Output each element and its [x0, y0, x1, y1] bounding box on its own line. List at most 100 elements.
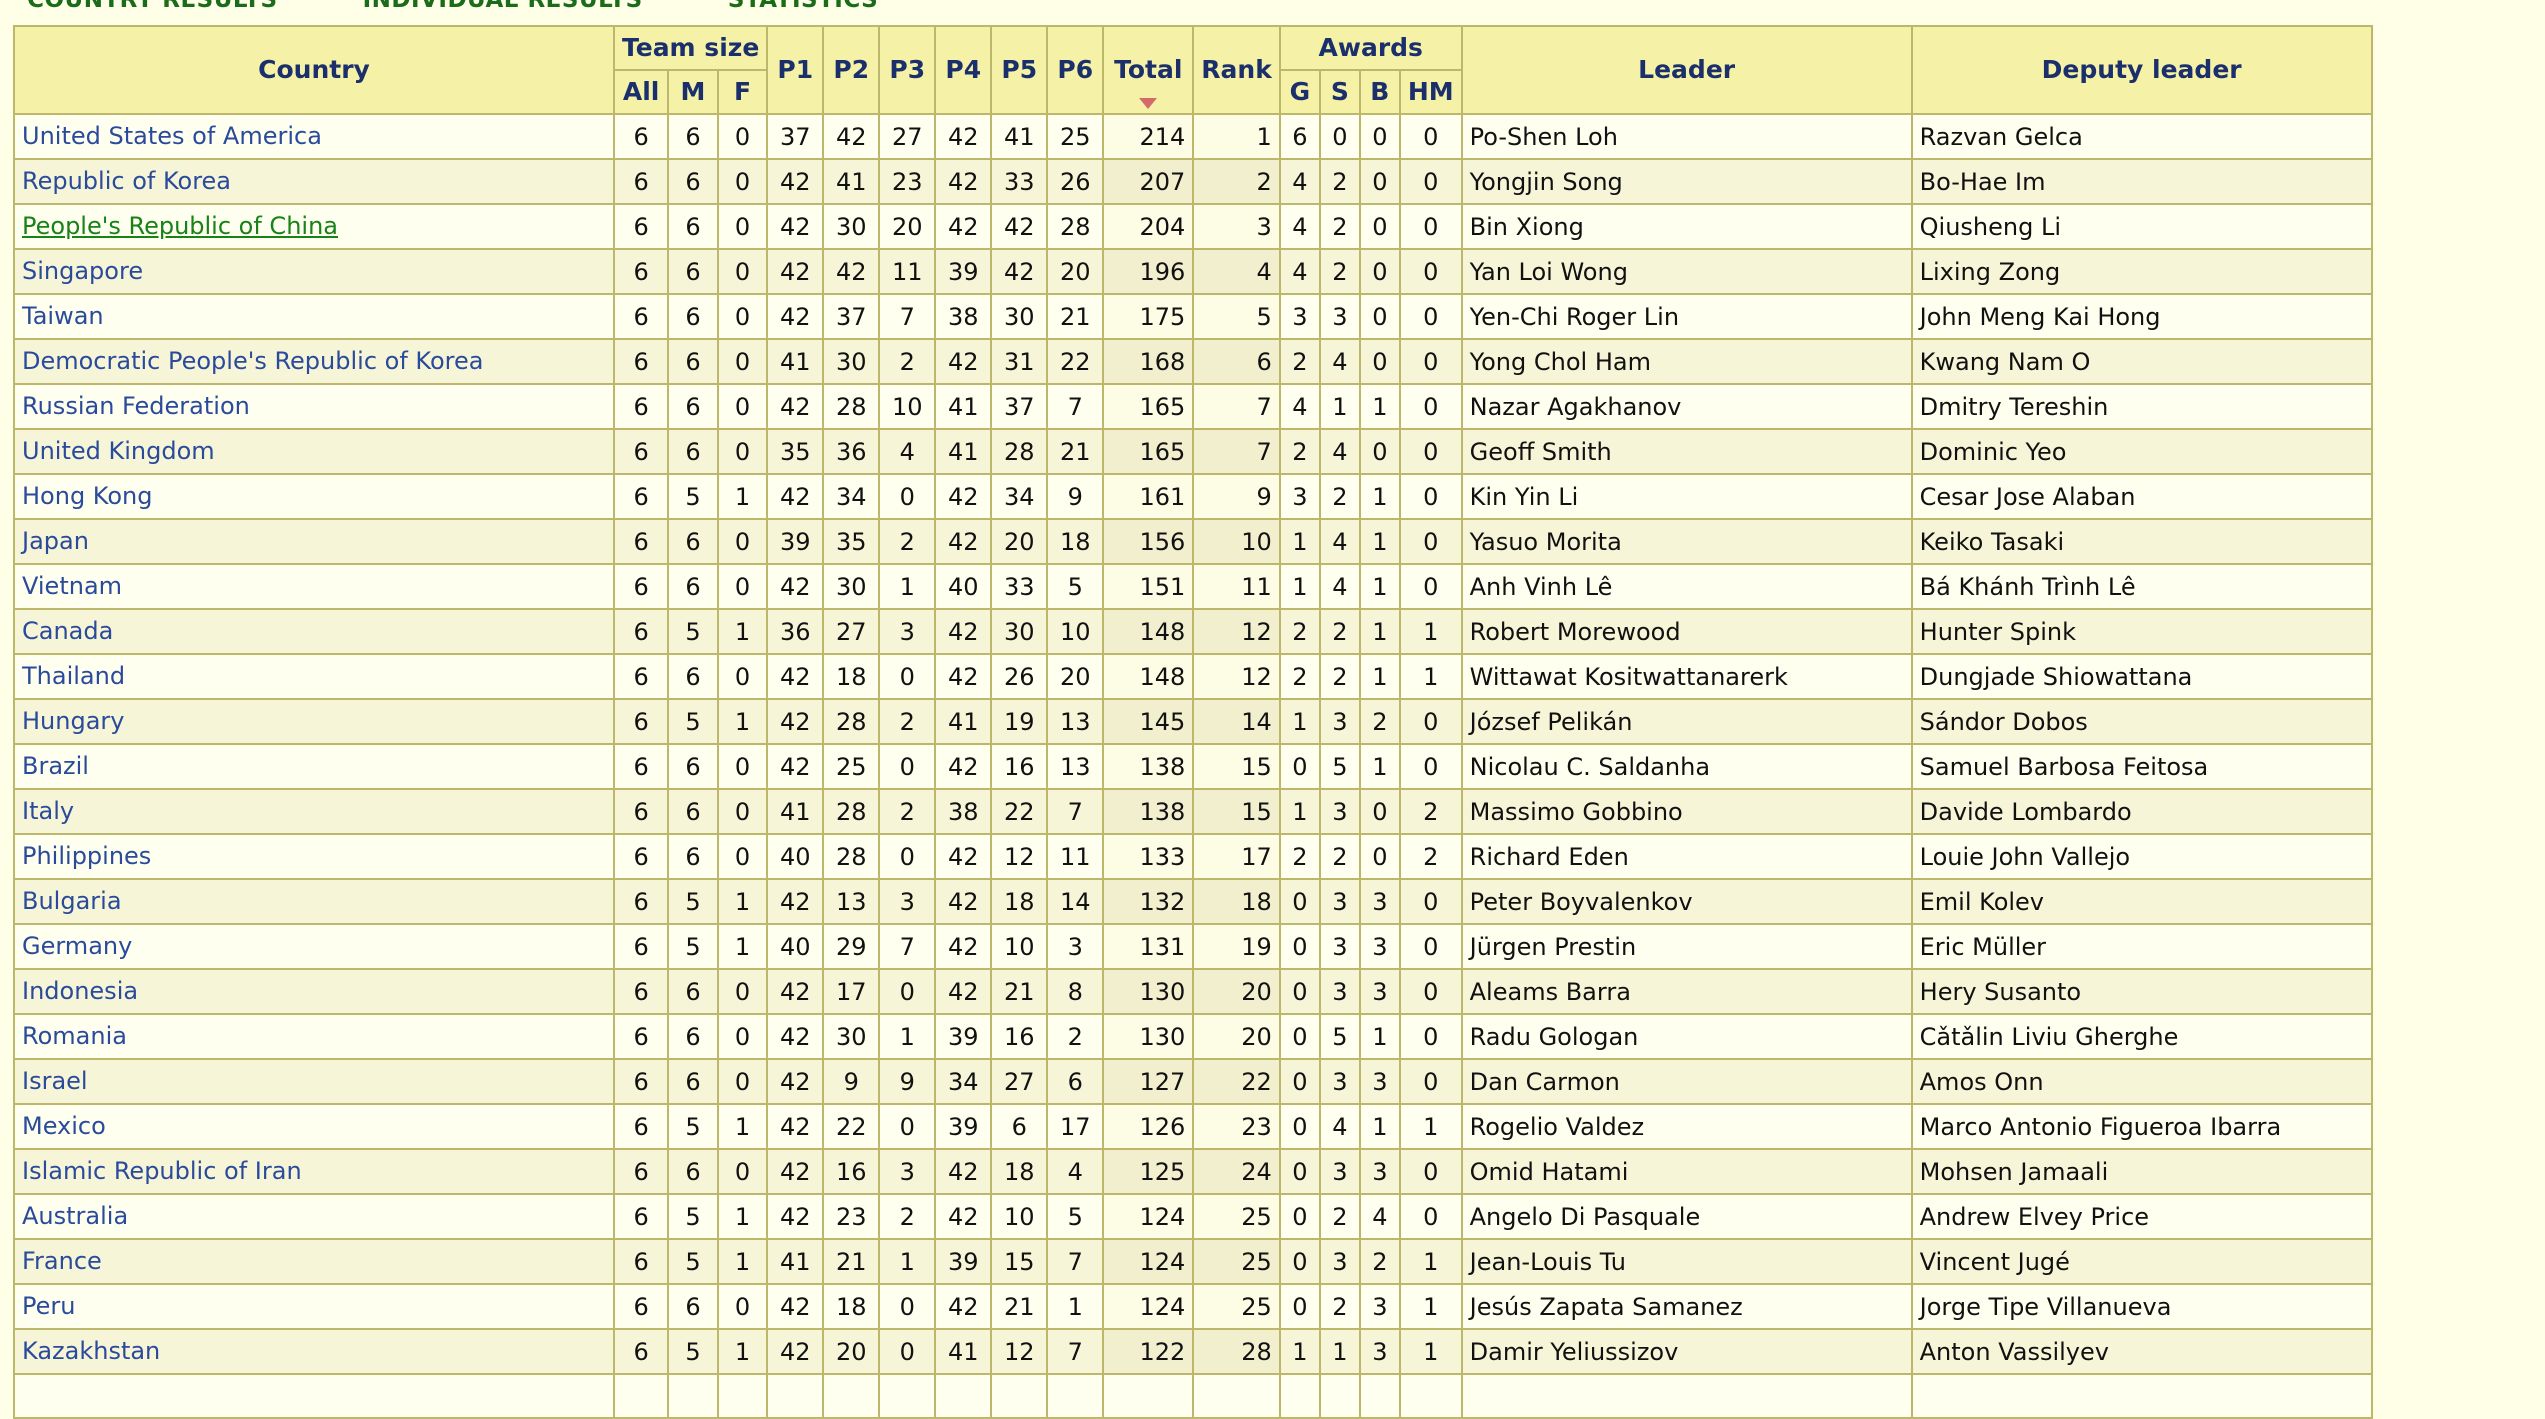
cell-rank: 7 [1192, 428, 1281, 475]
country-link[interactable]: Kazakhstan [22, 1337, 160, 1365]
header-award-gold[interactable]: G [1278, 69, 1321, 115]
country-link[interactable]: Brazil [22, 752, 89, 780]
cell-country: Taiwan [13, 293, 615, 340]
country-link[interactable]: Bulgaria [22, 887, 122, 915]
country-link[interactable]: Hungary [22, 707, 124, 735]
country-link[interactable]: Thailand [22, 662, 125, 690]
country-link[interactable]: Australia [22, 1202, 128, 1230]
cell-award-b: 1 [1358, 473, 1401, 520]
cell-leader: Yongjin Song [1460, 158, 1913, 205]
cell-leader: Jesús Zapata Samanez [1460, 1283, 1913, 1330]
header-awards[interactable]: Awards [1278, 25, 1463, 71]
country-link[interactable]: Philippines [22, 842, 151, 870]
table-row: Kazakhstan 6 5 1 42 20 0 41 12 7 122 28 1 1 3 1 Damir Ye… [13, 1328, 2373, 1375]
country-link[interactable]: Singapore [22, 257, 143, 285]
country-link[interactable]: Russian Federation [22, 392, 250, 420]
cell-award-s: 4 [1318, 563, 1361, 610]
cell-p4: 42 [934, 878, 993, 925]
cell-all: 6 [612, 968, 670, 1015]
cell-p4: 42 [934, 653, 993, 700]
country-link[interactable]: Canada [22, 617, 113, 645]
header-p1[interactable]: P1 [766, 25, 825, 115]
cell-p6: 9 [1046, 473, 1105, 520]
cell-country: Romania [13, 1013, 615, 1060]
cell-p3: 0 [878, 1103, 937, 1150]
table-row: Vietnam 6 6 0 42 30 1 40 33 5 151 11 1 4 1 0 Anh Vinh Lê… [13, 563, 2373, 610]
country-link[interactable]: Indonesia [22, 977, 138, 1005]
cell-award-g: 4 [1278, 383, 1321, 430]
country-link[interactable]: Vietnam [22, 572, 122, 600]
header-p3[interactable]: P3 [878, 25, 937, 115]
cell-p5: 10 [990, 923, 1049, 970]
cell-award-b: 3 [1358, 878, 1401, 925]
cell-country: Japan [13, 518, 615, 565]
country-link[interactable]: France [22, 1247, 102, 1275]
cell-country: Bulgaria [13, 878, 615, 925]
header-p4[interactable]: P4 [934, 25, 993, 115]
cell-all: 6 [612, 698, 670, 745]
cell-p6: 18 [1046, 518, 1105, 565]
nav-individual-results[interactable]: INDIVIDUAL RESULTS [363, 0, 643, 13]
header-award-bronze[interactable]: B [1358, 69, 1401, 115]
cell-f: 0 [716, 743, 769, 790]
cell-f: 0 [716, 293, 769, 340]
cell-total: 133 [1102, 833, 1195, 880]
cell-award-hm: 0 [1398, 113, 1463, 160]
cell-deputy-leader: Dungjade Shiowattana [1910, 653, 2373, 700]
cell-total: 124 [1102, 1193, 1195, 1240]
header-p6[interactable]: P6 [1046, 25, 1105, 115]
cell-award-b: 3 [1358, 968, 1401, 1015]
cell-rank: 20 [1192, 968, 1281, 1015]
cell-f: 1 [716, 1328, 769, 1375]
header-team-female[interactable]: F [716, 69, 769, 115]
country-link[interactable]: Mexico [22, 1112, 106, 1140]
header-award-hm[interactable]: HM [1398, 69, 1463, 115]
header-team-male[interactable]: M [667, 69, 719, 115]
cell-award-b: 1 [1358, 563, 1401, 610]
cell-award-b: 1 [1358, 1103, 1401, 1150]
cell-total: 168 [1102, 338, 1195, 385]
header-rank[interactable]: Rank [1192, 25, 1281, 115]
cell-deputy-leader: Mohsen Jamaali [1910, 1148, 2373, 1195]
header-team-all[interactable]: All [612, 69, 670, 115]
cell-award-hm: 0 [1398, 473, 1463, 520]
cell-country: Mexico [13, 1103, 615, 1150]
cell-p5: 21 [990, 1283, 1049, 1330]
nav-statistics[interactable]: STATISTICS [728, 0, 878, 13]
country-link[interactable]: Hong Kong [22, 482, 152, 510]
country-link[interactable]: People's Republic of China [22, 212, 338, 240]
cell-award-hm: 0 [1398, 1148, 1463, 1195]
country-link[interactable]: Islamic Republic of Iran [22, 1157, 302, 1185]
country-link[interactable]: Democratic People's Republic of Korea [22, 347, 483, 375]
country-link[interactable]: United Kingdom [22, 437, 215, 465]
header-p2[interactable]: P2 [822, 25, 881, 115]
country-link[interactable]: Romania [22, 1022, 127, 1050]
header-country[interactable]: Country [13, 25, 615, 115]
cell-country: Brazil [13, 743, 615, 790]
cell-p4: 38 [934, 293, 993, 340]
country-link[interactable]: Taiwan [22, 302, 104, 330]
country-link[interactable]: Israel [22, 1067, 88, 1095]
country-link[interactable]: Republic of Korea [22, 167, 231, 195]
cell-p1: 37 [766, 113, 825, 160]
cell-f: 1 [716, 1238, 769, 1285]
country-link[interactable]: Peru [22, 1292, 75, 1320]
cell-rank: 9 [1192, 473, 1281, 520]
cell-all: 6 [612, 203, 670, 250]
header-p5[interactable]: P5 [990, 25, 1049, 115]
header-total[interactable]: Total [1102, 25, 1195, 115]
country-link[interactable]: Japan [22, 527, 89, 555]
country-link[interactable]: Germany [22, 932, 132, 960]
cell-rank: 15 [1192, 788, 1281, 835]
country-link[interactable]: Italy [22, 797, 74, 825]
cell-country: Hong Kong [13, 473, 615, 520]
cell-p2: 23 [822, 1193, 881, 1240]
cell-award-g: 0 [1278, 743, 1321, 790]
cell-p3: 1 [878, 1238, 937, 1285]
country-link[interactable]: United States of America [22, 122, 322, 150]
cell-country: United Kingdom [13, 428, 615, 475]
cell-all: 6 [612, 1193, 670, 1240]
header-award-silver[interactable]: S [1318, 69, 1361, 115]
nav-country-results[interactable]: COUNTRY RESULTS [27, 0, 277, 13]
cell-leader: Angelo Di Pasquale [1460, 1193, 1913, 1240]
